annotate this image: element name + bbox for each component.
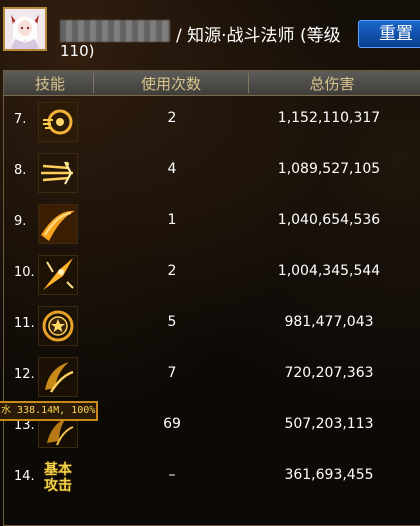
use-count: 7 (167, 365, 177, 381)
column-header-skill: 技能 (34, 75, 65, 93)
crescent-slash-icon (38, 204, 78, 244)
column-header-total-damage: 总伤害 (309, 75, 355, 93)
swirl-wing-icon (38, 357, 78, 397)
table-row: 11. 5 981,477,043 (4, 299, 420, 350)
header-divider (248, 73, 249, 93)
rank-label: 9. (14, 214, 27, 229)
total-damage: 1,089,527,105 (277, 161, 381, 177)
basic-attack-icon: 基本 攻击 (38, 459, 78, 499)
speed-rush-skill-icon (38, 153, 78, 193)
skill-damage-table: 技能 使用次数 总伤害 7. 2 1,152,110,317 8. 4 1,08… (3, 70, 420, 526)
table-row: 7. 2 1,152,110,317 (4, 95, 420, 146)
total-damage: 361,693,455 (284, 467, 374, 483)
table-row: 10. 2 1,004,345,544 (4, 248, 420, 299)
table-row: 9. 1 1,040,654,536 (4, 197, 420, 248)
use-count: 2 (167, 110, 177, 126)
table-row: 12. 7 720,207,363 (4, 350, 420, 401)
total-damage: 981,477,043 (284, 314, 374, 330)
character-portrait-icon (5, 9, 45, 49)
table-header: 技能 使用次数 总伤害 (4, 71, 420, 96)
total-damage: 507,203,113 (284, 416, 374, 432)
total-damage: 1,040,654,536 (277, 212, 381, 228)
rank-label: 8. (14, 163, 27, 178)
damage-tooltip: 水 338.14M, 100% (0, 401, 98, 421)
class-title: / 知源·战斗法师 (等级 (176, 26, 341, 46)
use-count: 69 (163, 416, 181, 432)
table-row: 14. 基本 攻击 – 361,693,455 (4, 452, 420, 503)
rank-label: 12. (14, 367, 35, 382)
rank-label: 14. (14, 469, 35, 484)
total-damage: 1,004,345,544 (277, 263, 381, 279)
rank-label: 10. (14, 265, 35, 280)
rank-label: 7. (14, 112, 27, 127)
column-header-use-count: 使用次数 (140, 75, 201, 93)
use-count: – (168, 467, 176, 483)
use-count: 5 (167, 314, 177, 330)
basic-attack-label: 基本 攻击 (44, 462, 72, 494)
rank-label: 11. (14, 316, 35, 331)
wheel-skill-icon (38, 102, 78, 142)
star-orb-icon (38, 306, 78, 346)
level-text: 110) (60, 42, 95, 60)
use-count: 4 (167, 161, 177, 177)
reset-button[interactable]: 重置 (358, 20, 420, 48)
use-count: 1 (167, 212, 177, 228)
avatar[interactable] (3, 7, 47, 51)
use-count: 2 (167, 263, 177, 279)
total-damage: 1,152,110,317 (277, 110, 381, 126)
character-name-blurred (60, 20, 170, 42)
total-damage: 720,207,363 (284, 365, 374, 381)
table-row: 8. 4 1,089,527,105 (4, 146, 420, 197)
flame-burst-icon (38, 255, 78, 295)
header-divider (93, 73, 94, 93)
